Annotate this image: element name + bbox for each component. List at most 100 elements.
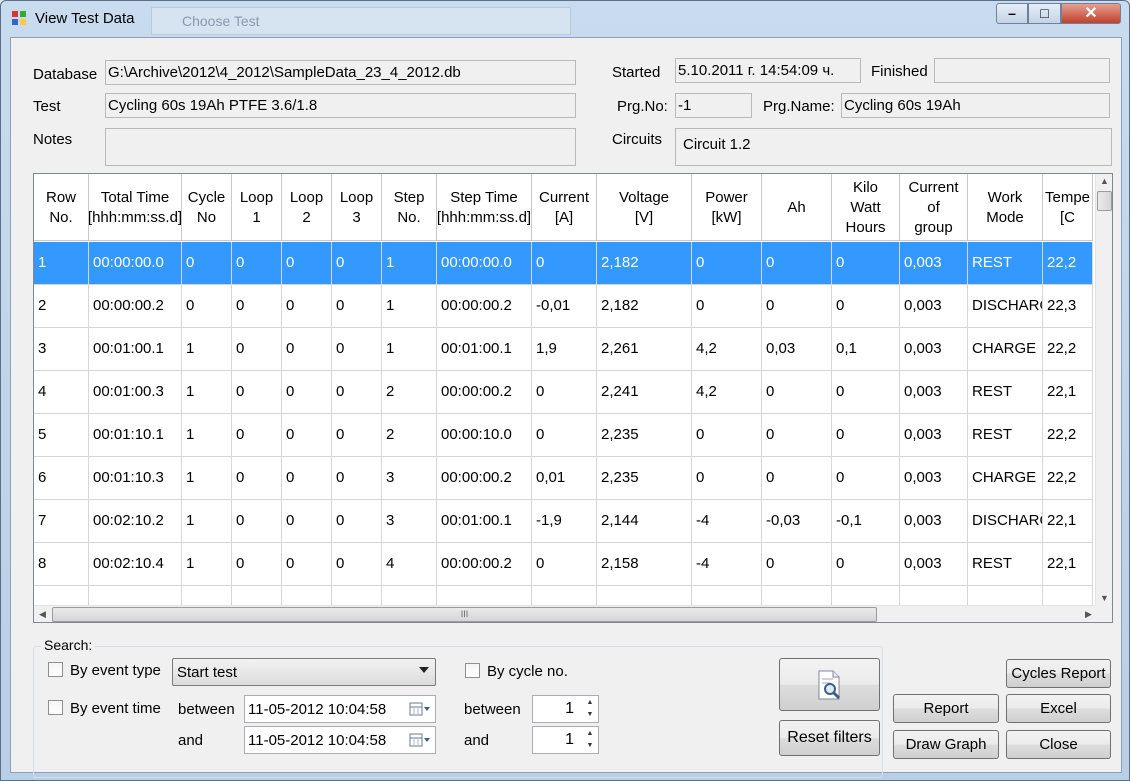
column-header-loop-1[interactable]: Loop 1 [232,174,282,241]
app-window: View Test Data Choose Test – □ ✕ Databas… [0,0,1130,781]
scroll-down-icon[interactable]: ▼ [1096,593,1112,603]
event-type-select[interactable]: Start test [172,658,436,686]
cell-total-time: 00:01:10.1 [89,414,182,456]
notes-label: Notes [33,131,73,148]
cell-total-time: 00:00:00.0 [89,242,182,284]
vertical-scrollbar[interactable]: ▲ ▼ [1095,174,1112,605]
vertical-scroll-thumb[interactable] [1097,191,1112,211]
spin-up-icon[interactable]: ▲ [583,697,597,709]
column-header-power[interactable]: Power [kW] [692,174,762,241]
by-event-time-checkbox[interactable] [48,700,63,715]
background-window-title: Choose Test [151,7,571,35]
column-header-ah[interactable]: Ah [762,174,832,241]
table-row[interactable]: 1 00:00:00.0 0 0 0 0 1 00:00:00.0 0 2,182 0 0 0 0,003… [34,242,1093,285]
date-from-picker[interactable]: 11-05-2012 10:04:58 [244,695,436,723]
calendar-icon[interactable] [409,701,431,717]
cell-row-no: 3 [34,328,89,370]
cell-temperature: 22,1 [1043,500,1093,542]
cell-row-no: 4 [34,371,89,413]
date-to-value: 11-05-2012 10:04:58 [248,732,387,749]
column-header-loop-2[interactable]: Loop 2 [282,174,332,241]
column-header-work-mode[interactable]: Work Mode [968,174,1043,241]
cell-row-no: 8 [34,543,89,585]
column-header-step-no[interactable]: Step No. [382,174,437,241]
table-row[interactable]: 5 00:01:10.1 1 0 0 0 2 00:00:10.0 0 2,235 0 0 0 0,003… [34,414,1093,457]
search-button[interactable] [779,658,880,711]
maximize-icon: □ [1040,5,1049,21]
column-header-temperature[interactable]: Tempe [C [1043,174,1093,241]
cell-row-no: 7 [34,500,89,542]
cell-temperature: 22,1 [1043,371,1093,413]
column-header-step-time[interactable]: Step Time [hhh:mm:ss.d] [437,174,532,241]
by-event-type-checkbox[interactable] [48,662,63,677]
table-row[interactable]: 4 00:01:00.3 1 0 0 0 2 00:00:00.2 0 2,241 4,2 0 0 0,0… [34,371,1093,414]
table-row[interactable]: 6 00:01:10.3 1 0 0 0 3 00:00:00.2 0,01 2,235 0 0 0 0,… [34,457,1093,500]
cell-total-time: 00:02:10.2 [89,500,182,542]
cycle-from-stepper[interactable]: 1 ▲ ▼ [532,695,599,723]
scroll-left-icon[interactable]: ◀ [34,609,51,620]
column-header-total-time[interactable]: Total Time [hhh:mm:ss.d] [89,174,182,241]
cell-work-mode: REST [968,414,1043,456]
window-title: View Test Data [35,10,135,27]
calendar-icon[interactable] [409,732,431,748]
cell-current: 1,9 [532,328,597,370]
table-row[interactable]: 2 00:00:00.2 0 0 0 0 1 00:00:00.2 -0,01 2,182 0 0 0 0… [34,285,1093,328]
horizontal-scroll-thumb[interactable]: III [52,607,877,622]
cell-step-time: 00:00:00.2 [437,285,532,327]
chevron-down-icon [419,667,429,673]
cell-cycle-no: 1 [182,543,232,585]
cell-voltage: 2,235 [597,414,692,456]
cell-current-of-group: 0,003 [900,414,968,456]
prgname-field: Cycling 60s 19Ah [841,93,1110,118]
cell-kwh: -0,1 [832,500,900,542]
test-field: Cycling 60s 19Ah PTFE 3.6/1.8 [105,93,576,118]
cell-voltage: 2,182 [597,242,692,284]
time-and-label: and [178,732,204,749]
cell-step-time: 00:00:10.0 [437,414,532,456]
cell-loop-2: 0 [282,414,332,456]
spin-down-icon[interactable]: ▼ [583,740,597,752]
cell-kwh: 0 [832,371,900,413]
reset-filters-button[interactable]: Reset filters [779,720,880,756]
grid-header: Row No. Total Time [hhh:mm:ss.d] Cycle No L… [34,174,1093,241]
by-cycle-no-label: By cycle no. [487,663,568,680]
column-header-row-no[interactable]: Row No. [34,174,89,241]
by-cycle-no-checkbox[interactable] [465,663,480,678]
cycle-to-stepper[interactable]: 1 ▲ ▼ [532,726,599,754]
column-header-kwh[interactable]: Kilo Watt Hours [832,174,900,241]
maximize-button[interactable]: □ [1028,3,1061,24]
prgno-field: -1 [675,93,752,118]
data-grid[interactable]: Row No. Total Time [hhh:mm:ss.d] Cycle No L… [33,173,1113,623]
column-header-current[interactable]: Current [A] [532,174,597,241]
cell-work-mode: CHARGE [968,328,1043,370]
report-button[interactable]: Report [893,694,999,723]
cell-power: 0 [692,414,762,456]
minimize-button[interactable]: – [996,3,1028,24]
column-header-loop-3[interactable]: Loop 3 [332,174,382,241]
column-header-current-of-group[interactable]: Current of group [900,174,968,241]
excel-button[interactable]: Excel [1006,694,1111,723]
by-event-time-label: By event time [70,700,161,717]
scroll-up-icon[interactable]: ▲ [1096,176,1112,186]
spin-down-icon[interactable]: ▼ [583,709,597,721]
cell-total-time: 00:01:10.3 [89,457,182,499]
column-header-voltage[interactable]: Voltage [V] [597,174,692,241]
cell-temperature: 22,2 [1043,457,1093,499]
column-header-cycle-no[interactable]: Cycle No [182,174,232,241]
close-window-button[interactable]: ✕ [1061,3,1121,24]
spin-up-icon[interactable]: ▲ [583,728,597,740]
close-button[interactable]: Close [1006,730,1111,759]
cell-step-time: 00:01:00.1 [437,328,532,370]
date-to-picker[interactable]: 11-05-2012 10:04:58 [244,726,436,754]
cell-row-no: 5 [34,414,89,456]
draw-graph-button[interactable]: Draw Graph [893,730,999,759]
table-row[interactable]: 3 00:01:00.1 1 0 0 0 1 00:01:00.1 1,9 2,261 4,2 0,0… [34,328,1093,371]
started-field: 5.10.2011 г. 14:54:09 ч. [675,58,861,83]
by-event-type-label: By event type [70,662,161,679]
cycles-report-button[interactable]: Cycles Report [1006,659,1111,688]
table-row[interactable]: 8 00:02:10.4 1 0 0 0 4 00:00:00.2 0 2,158 -4 0 0 0,00… [34,543,1093,586]
cell-cycle-no: 1 [182,328,232,370]
table-row[interactable]: 7 00:02:10.2 1 0 0 0 3 00:01:00.1 -1,9 2,144 -4 -0,… [34,500,1093,543]
title-bar[interactable]: View Test Data Choose Test – □ ✕ [1,1,1129,37]
horizontal-scrollbar[interactable]: ◀ III ▶ [34,605,1097,622]
